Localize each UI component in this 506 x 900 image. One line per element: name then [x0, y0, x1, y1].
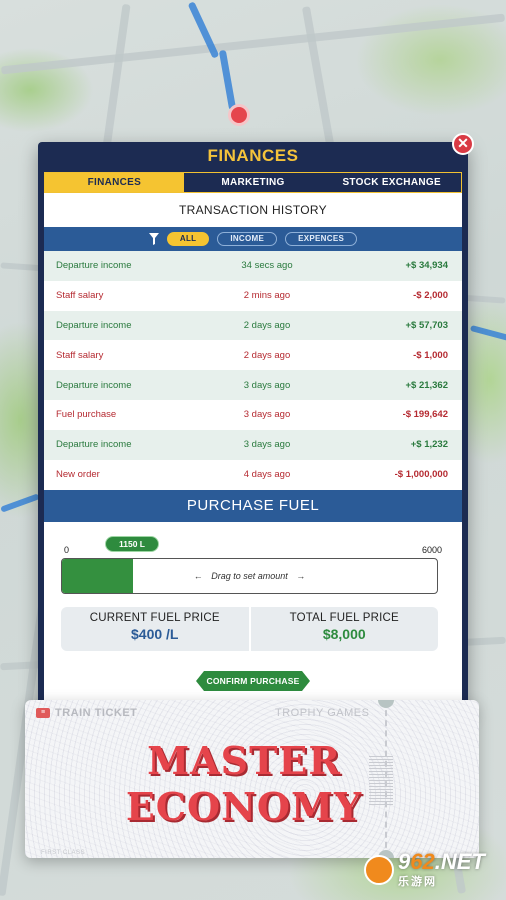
fuel-price-summary: CURRENT FUEL PRICE $400 /L TOTAL FUEL PR… — [61, 607, 438, 651]
row-description: Departure income — [56, 319, 132, 331]
watermark-num-b: 62 — [410, 849, 435, 874]
row-amount: -$ 199,642 — [402, 409, 448, 421]
transaction-list: Departure income 34 secs ago +$ 34,934 S… — [44, 251, 462, 490]
tab-marketing[interactable]: MARKETING — [184, 173, 323, 192]
row-description: New order — [56, 468, 100, 480]
watermark-sub: 乐游网 — [398, 876, 437, 888]
tab-finances[interactable]: FINANCES — [45, 173, 184, 192]
arrow-right-icon: → — [296, 571, 306, 581]
watermark-text: 962.NET 乐游网 — [398, 851, 485, 889]
table-row: Staff salary 2 days ago -$ 1,000 — [44, 340, 462, 371]
ticket-class-text: FIRST CLASS — [41, 850, 86, 856]
ticket-notch-top — [378, 700, 394, 708]
watermark-suffix: .NET — [434, 849, 485, 874]
headline-master: MASTER — [147, 738, 341, 783]
current-price-label: CURRENT FUEL PRICE — [89, 612, 220, 624]
row-time: 2 mins ago — [243, 290, 291, 302]
close-icon: ✕ — [457, 135, 469, 151]
row-description: Fuel purchase — [56, 409, 117, 421]
row-description: Staff salary — [56, 349, 104, 361]
total-price-label: TOTAL FUEL PRICE — [289, 612, 399, 624]
row-amount: +$ 34,934 — [405, 260, 448, 272]
watermark-circle-icon — [364, 855, 394, 885]
watermark-logo: 962.NET 乐游网 — [364, 846, 500, 894]
table-row: Departure income 3 days ago +$ 21,362 — [44, 370, 462, 400]
row-time: 3 days ago — [243, 439, 291, 451]
row-amount: +$ 21,362 — [405, 379, 448, 391]
table-row: Departure income 3 days ago +$ 1,232 — [44, 429, 462, 460]
close-button[interactable]: ✕ — [452, 133, 474, 155]
tab-stock-exchange[interactable]: STOCK EXCHANGE — [322, 173, 461, 192]
row-amount: -$ 1,000 — [413, 349, 448, 361]
row-amount: -$ 1,000,000 — [394, 468, 448, 480]
total-price-value: $8,000 — [322, 626, 366, 642]
row-time: 2 days ago — [243, 319, 291, 331]
row-description: Departure income — [56, 379, 132, 391]
table-row: Departure income 34 secs ago +$ 34,934 — [44, 251, 462, 281]
total-fuel-price: TOTAL FUEL PRICE $8,000 — [248, 607, 439, 651]
filter-all-chip[interactable]: ALL — [166, 232, 210, 246]
filter-icon — [148, 233, 159, 245]
row-time: 2 days ago — [243, 349, 291, 361]
filter-income-chip[interactable]: INCOME — [217, 232, 278, 246]
filter-bar: ALL INCOME EXPENCES — [44, 227, 462, 251]
row-time: 3 days ago — [243, 379, 291, 391]
current-price-value: $400 /L — [131, 626, 179, 642]
watermark-num-a: 9 — [398, 849, 411, 874]
fuel-max-label: 6000 — [421, 545, 442, 555]
fuel-min-label: 0 — [64, 545, 70, 555]
row-description: Departure income — [56, 439, 132, 451]
row-time: 34 secs ago — [241, 260, 293, 272]
slider-hint: ← Drag to set amount → — [62, 559, 437, 593]
row-time: 3 days ago — [243, 409, 291, 421]
table-row: Staff salary 2 mins ago -$ 2,000 — [44, 280, 462, 311]
map-pin-icon — [228, 104, 250, 126]
arrow-left-icon: ← — [193, 571, 203, 581]
row-description: Staff salary — [56, 290, 104, 302]
panel-title: FINANCES — [207, 146, 299, 165]
headline-economy: ECONOMY — [125, 784, 363, 829]
tab-bar: FINANCES MARKETING STOCK EXCHANGE — [44, 172, 462, 193]
finances-panel: FINANCES FINANCES MARKETING STOCK EXCHAN… — [38, 142, 468, 712]
filter-expences-chip[interactable]: EXPENCES — [285, 232, 358, 246]
row-amount: -$ 2,000 — [413, 290, 448, 302]
table-row: Departure income 2 days ago +$ 57,703 — [44, 310, 462, 341]
row-description: Departure income — [56, 260, 132, 272]
train-ticket-banner: ≡ TRAIN TICKET TROPHY GAMES MASTER ECONO… — [25, 700, 479, 858]
current-fuel-price: CURRENT FUEL PRICE $400 /L — [61, 607, 249, 651]
confirm-purchase-button[interactable]: CONFIRM PURCHASE — [196, 671, 310, 691]
table-row: New order 4 days ago -$ 1,000,000 — [44, 459, 462, 490]
row-amount: +$ 57,703 — [405, 319, 448, 331]
purchase-fuel-title: PURCHASE FUEL — [44, 490, 462, 522]
ticket-label: TRAIN TICKET — [55, 707, 138, 719]
fuel-amount-badge: 1150 L — [105, 536, 159, 552]
ticket-icon: ≡ — [36, 708, 50, 718]
slider-hint-text: Drag to set amount — [211, 571, 288, 581]
transaction-history-title: TRANSACTION HISTORY — [179, 203, 327, 217]
table-row: Fuel purchase 3 days ago -$ 199,642 — [44, 399, 462, 430]
finances-content: TRANSACTION HISTORY ALL INCOME EXPENCES … — [44, 193, 462, 706]
row-amount: +$ 1,232 — [410, 439, 448, 451]
fuel-amount-slider[interactable]: ← Drag to set amount → — [61, 558, 438, 594]
ticket-brand: TROPHY GAMES — [275, 707, 370, 719]
row-time: 4 days ago — [243, 468, 291, 480]
